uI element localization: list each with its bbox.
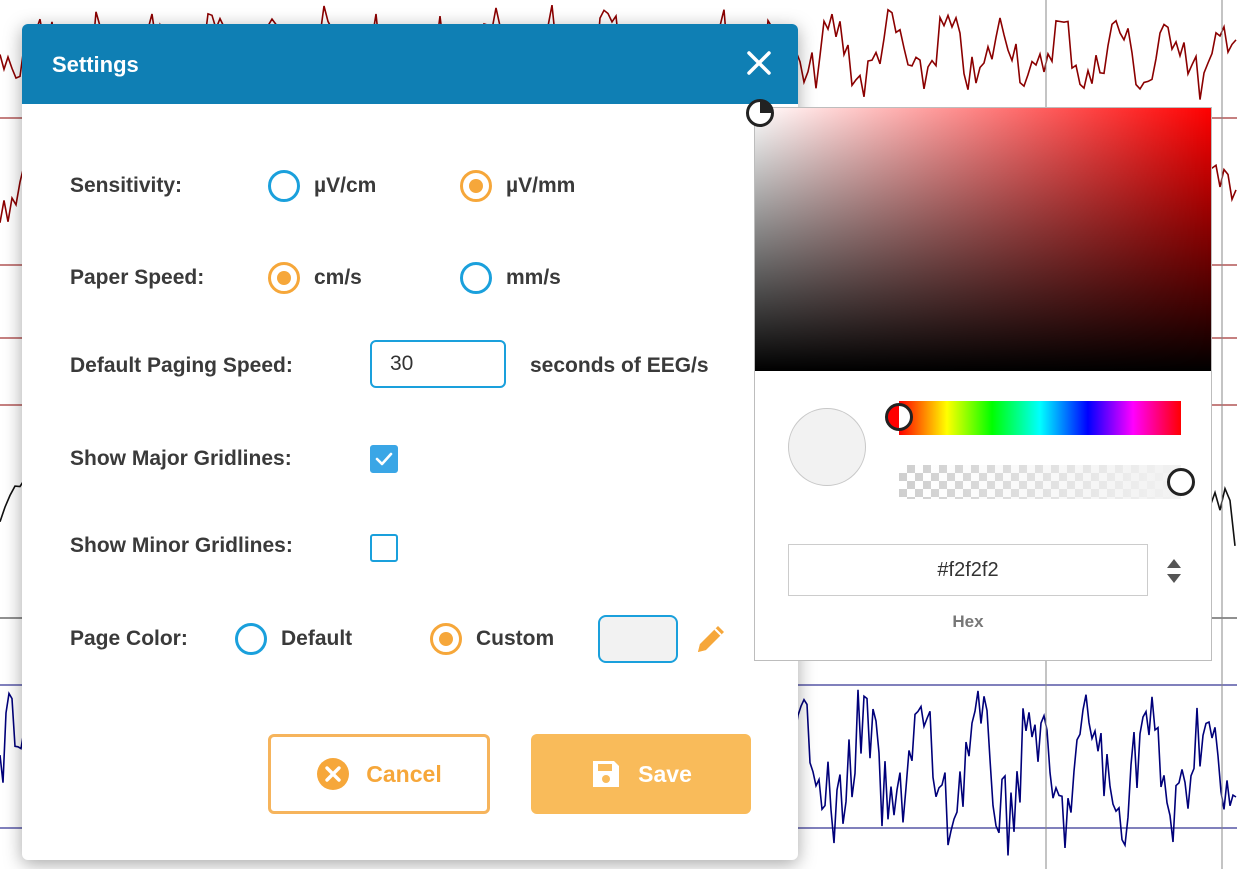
major-gridlines-checkbox[interactable] bbox=[370, 445, 398, 473]
hue-slider-handle[interactable] bbox=[885, 403, 913, 431]
color-preview bbox=[788, 408, 866, 486]
minor-gridlines-row: Show Minor Gridlines: bbox=[70, 524, 293, 568]
save-button-label: Save bbox=[638, 760, 692, 787]
paper-speed-option-mm-s[interactable]: mm/s bbox=[460, 262, 561, 294]
format-toggle-icon[interactable] bbox=[1163, 554, 1185, 588]
paging-speed-label: Default Paging Speed: bbox=[70, 354, 293, 377]
hex-format-label: Hex bbox=[952, 612, 984, 631]
paper-speed-cm-s-radio[interactable] bbox=[268, 262, 300, 294]
page-color-default-label: Default bbox=[281, 627, 353, 650]
major-gridlines-row: Show Major Gridlines: bbox=[70, 437, 292, 481]
page-color-custom-radio[interactable] bbox=[430, 623, 462, 655]
paper-speed-row: Paper Speed: bbox=[70, 256, 204, 300]
major-gridlines-label: Show Major Gridlines: bbox=[70, 447, 292, 470]
paging-speed-input[interactable] bbox=[370, 340, 506, 388]
sensitivity-uv-cm-radio[interactable] bbox=[268, 170, 300, 202]
saturation-handle[interactable] bbox=[746, 99, 774, 127]
page-color-custom-label: Custom bbox=[476, 627, 555, 650]
sensitivity-label: Sensitivity: bbox=[70, 174, 183, 197]
dialog-header: Settings bbox=[22, 24, 798, 104]
settings-dialog: Settings Sensitivity: µV/cm µV/mm Paper … bbox=[22, 24, 798, 860]
paper-speed-mm-s-radio[interactable] bbox=[460, 262, 492, 294]
alpha-slider-handle[interactable] bbox=[1167, 468, 1195, 496]
cancel-button[interactable]: Cancel bbox=[268, 734, 490, 814]
sensitivity-row: Sensitivity: bbox=[70, 164, 182, 208]
cancel-button-label: Cancel bbox=[366, 760, 442, 787]
paging-speed-row: Default Paging Speed: bbox=[70, 344, 293, 388]
sensitivity-uv-mm-label: µV/mm bbox=[506, 174, 576, 197]
sensitivity-uv-cm-label: µV/cm bbox=[314, 174, 377, 197]
color-picker: Hex bbox=[746, 99, 1212, 661]
save-button[interactable]: Save bbox=[531, 734, 751, 814]
floppy-disk-icon bbox=[593, 761, 620, 787]
checkmark-icon bbox=[375, 452, 393, 466]
pencil-icon[interactable] bbox=[690, 618, 732, 660]
hex-input[interactable] bbox=[788, 544, 1148, 596]
hue-slider[interactable] bbox=[885, 401, 1181, 435]
paper-speed-label: Paper Speed: bbox=[70, 266, 205, 289]
paper-speed-option-cm-s[interactable]: cm/s bbox=[268, 262, 362, 294]
page-color-swatch[interactable] bbox=[598, 615, 678, 663]
cancel-circle-icon bbox=[317, 758, 350, 790]
paging-speed-unit: seconds of EEG/s bbox=[530, 354, 709, 377]
page-color-default-radio[interactable] bbox=[235, 623, 267, 655]
minor-gridlines-label: Show Minor Gridlines: bbox=[70, 534, 293, 557]
sensitivity-uv-mm-radio[interactable] bbox=[460, 170, 492, 202]
sensitivity-option-uv-mm[interactable]: µV/mm bbox=[460, 170, 575, 202]
paper-speed-cm-s-label: cm/s bbox=[314, 266, 362, 289]
close-icon[interactable] bbox=[742, 46, 776, 80]
dialog-title: Settings bbox=[52, 52, 139, 77]
alpha-slider[interactable] bbox=[899, 465, 1195, 499]
page-color-option-custom[interactable]: Custom bbox=[430, 623, 554, 655]
saturation-area[interactable] bbox=[746, 99, 1211, 371]
paging-speed-unit-row: seconds of EEG/s bbox=[530, 344, 709, 388]
paper-speed-mm-s-label: mm/s bbox=[506, 266, 561, 289]
page-color-label: Page Color: bbox=[70, 627, 188, 650]
page-color-option-default[interactable]: Default bbox=[235, 623, 352, 655]
sensitivity-option-uv-cm[interactable]: µV/cm bbox=[268, 170, 376, 202]
minor-gridlines-checkbox[interactable] bbox=[370, 534, 398, 562]
page-color-row: Page Color: bbox=[70, 617, 188, 661]
